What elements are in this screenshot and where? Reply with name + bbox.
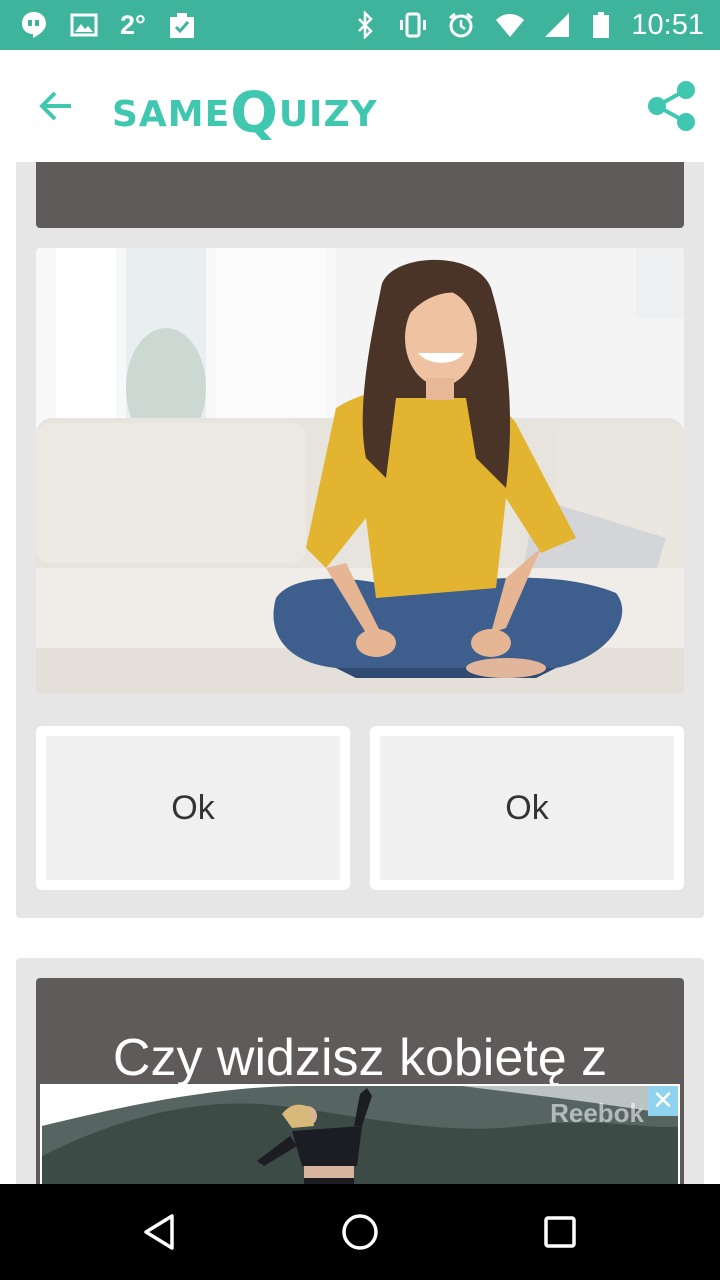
- temperature-text: 2°: [120, 9, 146, 40]
- bluetooth-icon: [351, 9, 379, 41]
- wifi-icon: [495, 11, 525, 39]
- answer-label: Ok: [380, 736, 674, 880]
- navigation-bar: [0, 1184, 720, 1280]
- logo-suffix: UIZY: [278, 94, 378, 135]
- share-icon: [648, 81, 695, 131]
- home-circle-icon: [342, 1214, 378, 1250]
- signal-icon: [543, 11, 571, 39]
- vibrate-icon: [399, 11, 427, 39]
- alarm-icon: [447, 11, 475, 39]
- recents-square-icon: [544, 1216, 576, 1248]
- answer-option-1[interactable]: Ok: [36, 726, 350, 890]
- ad-banner[interactable]: Reebok ✕: [40, 1084, 680, 1184]
- battery-icon: [591, 11, 611, 39]
- question-text: Czy widzisz kobietę z: [112, 1029, 608, 1087]
- logo-big-letter: Q: [230, 81, 279, 146]
- share-button[interactable]: [646, 80, 696, 132]
- app-bar: SAME Q UIZY: [0, 50, 720, 162]
- ad-close-button[interactable]: ✕: [648, 1086, 678, 1116]
- answer-options: Ok Ok: [36, 726, 684, 890]
- hangouts-icon: [20, 11, 48, 39]
- nav-recents-button[interactable]: [532, 1204, 588, 1260]
- question-card: y: [16, 162, 704, 918]
- question-banner: y: [36, 162, 684, 228]
- logo-prefix: SAME: [112, 94, 231, 135]
- answer-option-2[interactable]: Ok: [370, 726, 684, 890]
- question-photo: [36, 248, 684, 694]
- status-bar: 2° 10:51: [0, 0, 720, 50]
- image-icon: [70, 11, 98, 39]
- nav-home-button[interactable]: [332, 1204, 388, 1260]
- answer-label: Ok: [46, 736, 340, 880]
- back-button[interactable]: [30, 80, 82, 132]
- back-triangle-icon: [144, 1214, 174, 1250]
- clock-time: 10:51: [631, 8, 704, 41]
- calendar-check-icon: [168, 11, 196, 39]
- ad-brand-logo: Reebok: [550, 1098, 644, 1128]
- quiz-content[interactable]: y: [0, 162, 720, 1184]
- nav-back-button[interactable]: [132, 1204, 188, 1260]
- arrow-left-icon: [39, 91, 71, 121]
- samequizy-logo: SAME Q UIZY: [112, 70, 378, 144]
